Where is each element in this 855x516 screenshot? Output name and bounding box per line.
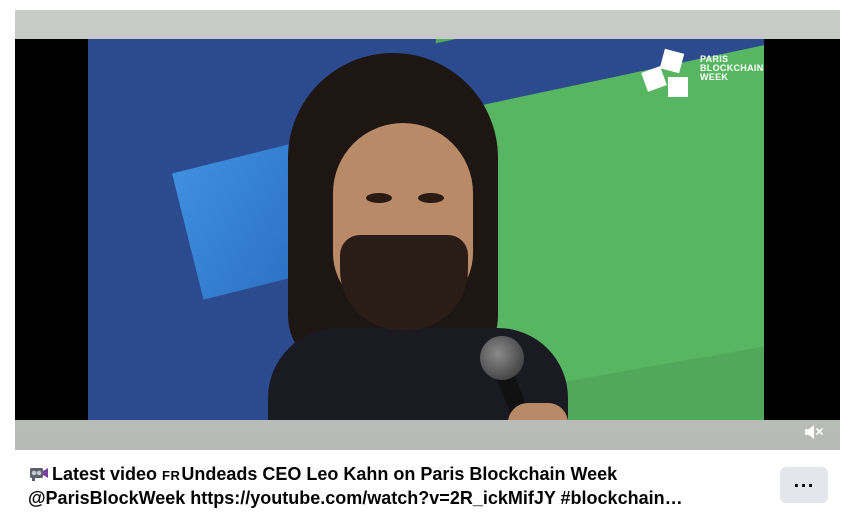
- speaker-muted-icon: [805, 425, 823, 439]
- mute-toggle-button[interactable]: [800, 420, 828, 444]
- speaker-hand: [508, 403, 568, 420]
- video-frame[interactable]: PARIS BLOCKCHAIN WEEK: [15, 39, 840, 420]
- logo-cubes-icon: [641, 48, 688, 97]
- video-thumbnail: PARIS BLOCKCHAIN WEEK: [88, 39, 764, 420]
- logo-wordmark: PARIS BLOCKCHAIN WEEK: [700, 55, 764, 82]
- caption-title: Undeads CEO Leo Kahn on Paris Blockchain…: [181, 464, 618, 484]
- speaker-eye-right: [418, 193, 444, 203]
- microphone-icon: [480, 336, 524, 380]
- speaker-figure: [268, 53, 568, 420]
- video-player[interactable]: PARIS BLOCKCHAIN WEEK: [15, 10, 840, 450]
- video-camera-icon: [30, 468, 48, 481]
- logo-line-3: WEEK: [700, 72, 729, 82]
- more-options-button[interactable]: ···: [780, 467, 828, 503]
- post-page: PARIS BLOCKCHAIN WEEK Latest video FRUnd…: [0, 0, 855, 516]
- caption-line-1: Latest video FRUndeads CEO Leo Kahn on P…: [28, 463, 763, 487]
- caption-line-2[interactable]: @ParisBlockWeek https://youtube.com/watc…: [28, 487, 763, 510]
- post-caption: Latest video FRUndeads CEO Leo Kahn on P…: [28, 463, 763, 510]
- caption-prefix: Latest video: [52, 464, 163, 484]
- speaker-eye-left: [366, 193, 392, 203]
- region-badge: FR: [162, 468, 181, 483]
- paris-blockchain-week-logo: PARIS BLOCKCHAIN WEEK: [638, 47, 763, 103]
